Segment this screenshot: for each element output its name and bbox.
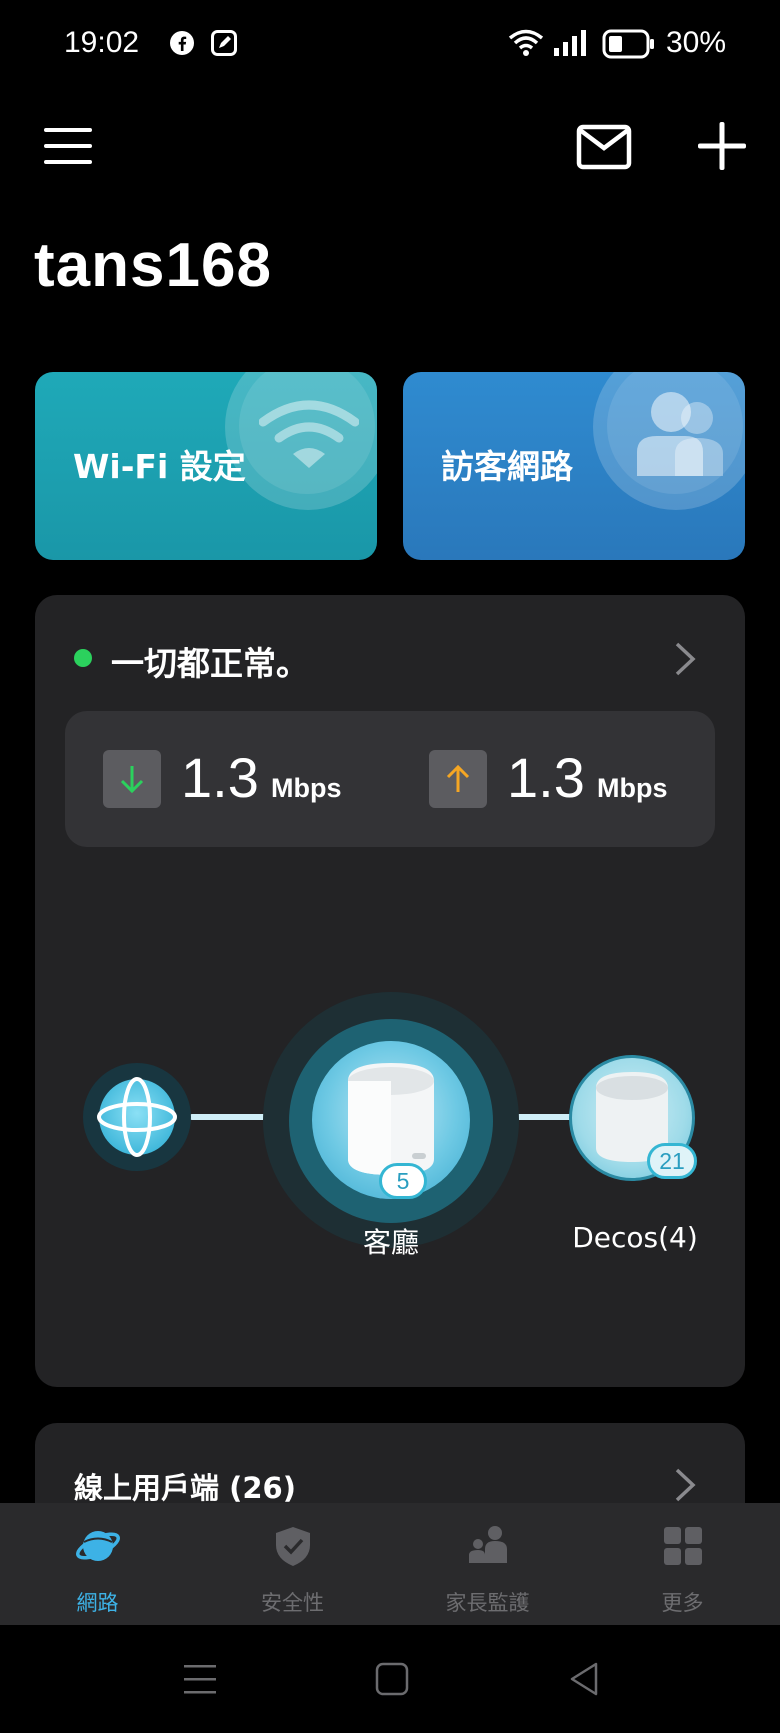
guest-network-card[interactable]: 訪客網路	[403, 372, 745, 560]
speed-box: 1.3 Mbps 1.3 Mbps	[65, 711, 715, 847]
nav-network-label: 網路	[76, 1591, 119, 1615]
bottom-navigation: 網路 安全性 家長監護 更多	[0, 1503, 780, 1625]
main-node-label: 客廳	[362, 1226, 419, 1259]
recents-icon[interactable]	[180, 1659, 220, 1699]
users-icon	[637, 392, 723, 476]
status-ok-dot	[74, 649, 92, 667]
main-node-client-badge: 5	[379, 1163, 427, 1199]
chevron-right-icon[interactable]	[673, 641, 699, 677]
battery-icon	[602, 29, 654, 59]
download-value: 1.3	[181, 746, 259, 809]
wifi-signal-icon	[508, 29, 544, 56]
network-status-panel: 一切都正常。 1.3 Mbps 1.3 Mbps 5 客廳 21 Decos(4…	[35, 595, 745, 1387]
network-name: tans168	[34, 231, 272, 300]
upload-value: 1.3	[507, 746, 585, 809]
nav-security[interactable]: 安全性	[195, 1503, 390, 1625]
family-icon	[469, 1526, 507, 1563]
planet-icon	[76, 1531, 120, 1561]
satellite-client-badge: 21	[647, 1143, 697, 1179]
status-bar: 19:02 30%	[0, 0, 780, 90]
online-clients-label: 線上用戶端 (26)	[74, 1471, 296, 1505]
edit-note-icon	[211, 30, 237, 56]
status-text: 一切都正常。	[111, 644, 309, 683]
grid-icon	[664, 1527, 702, 1565]
chevron-right-icon	[675, 1468, 696, 1502]
satellite-label: Decos(4)	[572, 1221, 698, 1254]
nav-network[interactable]: 網路	[0, 1503, 195, 1625]
internet-node[interactable]	[83, 1063, 191, 1171]
nav-security-label: 安全性	[261, 1591, 324, 1615]
add-icon[interactable]	[694, 118, 750, 174]
battery-percentage: 30%	[665, 26, 726, 59]
nav-parental-label: 家長監護	[445, 1591, 530, 1615]
menu-icon[interactable]	[44, 124, 92, 168]
facebook-icon	[170, 31, 194, 55]
wifi-icon	[259, 400, 359, 468]
home-icon[interactable]	[372, 1659, 412, 1699]
nav-more-label: 更多	[661, 1591, 704, 1615]
download-icon	[103, 750, 161, 808]
nav-more[interactable]: 更多	[585, 1503, 780, 1625]
shield-icon	[276, 1527, 310, 1566]
cell-signal-icon	[554, 30, 586, 56]
nav-parental-controls[interactable]: 家長監護	[390, 1503, 585, 1625]
system-navigation-bar	[0, 1625, 780, 1733]
upload-unit: Mbps	[597, 773, 668, 803]
wifi-settings-card[interactable]: Wi-Fi 設定	[35, 372, 377, 560]
globe-icon	[97, 1077, 177, 1157]
upload-icon	[429, 750, 487, 808]
mail-icon[interactable]	[576, 124, 632, 170]
status-time: 19:02	[64, 26, 140, 59]
download-unit: Mbps	[271, 773, 342, 803]
wifi-settings-label: Wi-Fi 設定	[73, 447, 246, 486]
back-icon[interactable]	[564, 1659, 604, 1699]
guest-network-label: 訪客網路	[441, 447, 573, 486]
